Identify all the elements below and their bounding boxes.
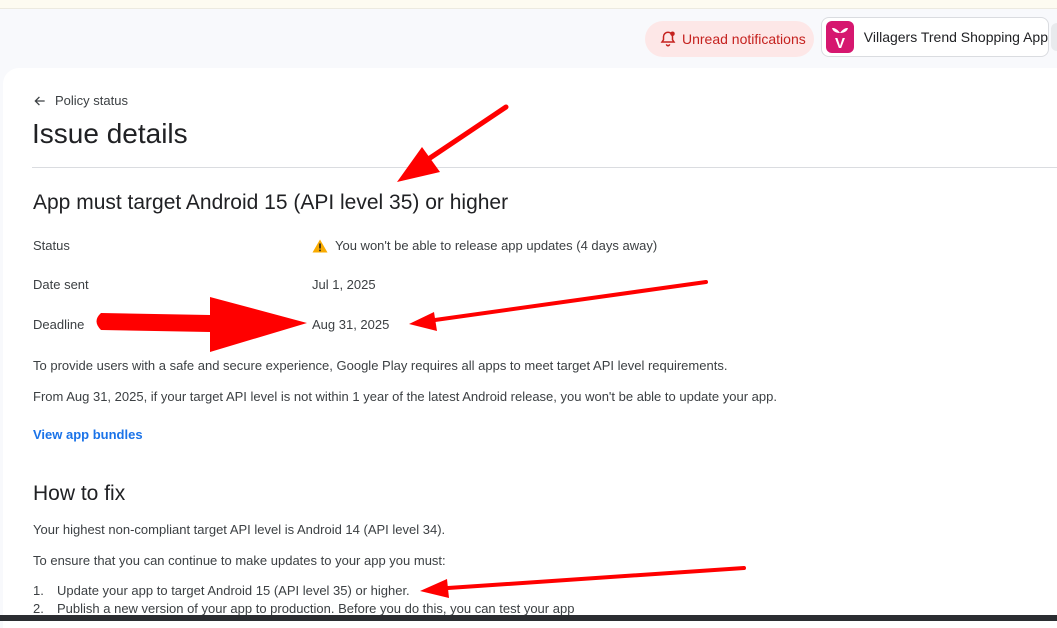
taskbar-edge	[0, 615, 1057, 621]
instructions-intro: To ensure that you can continue to make …	[33, 553, 446, 568]
view-app-bundles-link[interactable]: View app bundles	[33, 427, 143, 442]
title-divider	[32, 167, 1057, 168]
date-sent-label: Date sent	[33, 277, 89, 292]
list-item: 1. Update your app to target Android 15 …	[33, 582, 574, 600]
warning-icon	[312, 239, 328, 252]
status-label: Status	[33, 238, 70, 253]
issue-title: App must target Android 15 (API level 35…	[33, 191, 509, 214]
back-to-policy-status-link[interactable]: Policy status	[33, 93, 128, 108]
page-title: Issue details	[32, 118, 188, 149]
top-header: Unread notifications V Villagers Trend S…	[0, 9, 1057, 67]
app-logo-icon: V	[826, 21, 854, 53]
overflow-button[interactable]	[1051, 23, 1057, 51]
main-content-card	[3, 68, 1057, 628]
fix-steps-list: 1. Update your app to target Android 15 …	[33, 582, 574, 618]
app-selector[interactable]: V Villagers Trend Shopping App	[821, 17, 1049, 57]
how-to-fix-title: How to fix	[33, 482, 126, 505]
app-name: Villagers Trend Shopping App	[863, 29, 1048, 45]
noncompliant-level-text: Your highest non-compliant target API le…	[33, 522, 446, 537]
status-value: You won't be able to release app updates…	[312, 238, 657, 253]
step-text: Update your app to target Android 15 (AP…	[57, 583, 410, 598]
back-link-label: Policy status	[55, 93, 128, 108]
app-icon-letter: V	[835, 35, 845, 49]
deadline-label: Deadline	[33, 317, 85, 332]
browser-top-strip	[0, 0, 1057, 9]
issue-description: To provide users with a safe and secure …	[33, 358, 728, 373]
bell-alert-icon	[660, 31, 676, 47]
step-number: 1.	[33, 583, 44, 598]
issue-deadline-description: From Aug 31, 2025, if your target API le…	[33, 389, 777, 404]
unread-notifications-label: Unread notifications	[682, 31, 806, 47]
status-text: You won't be able to release app updates…	[335, 238, 658, 253]
arrow-back-icon	[34, 95, 45, 106]
deadline-value: Aug 31, 2025	[312, 317, 390, 332]
unread-notifications-button[interactable]: Unread notifications	[645, 21, 814, 57]
date-sent-value: Jul 1, 2025	[312, 277, 376, 292]
